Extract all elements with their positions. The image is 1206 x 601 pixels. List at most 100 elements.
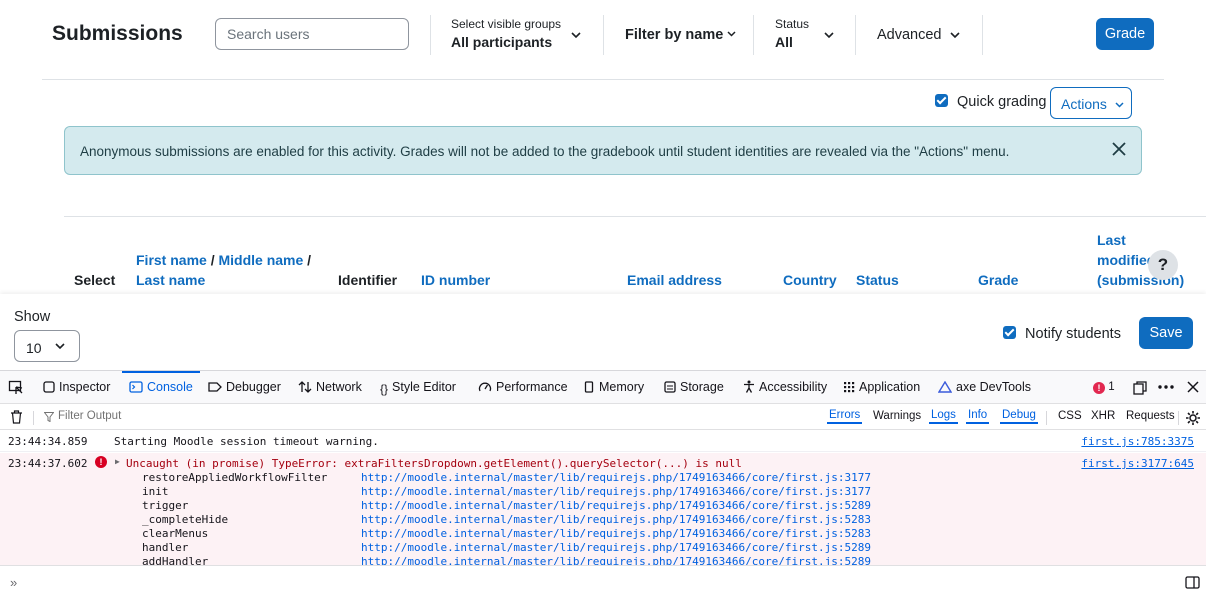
frame-url[interactable]: http://moodle.internal/master/lib/requir… [361,513,871,526]
element-picker-icon[interactable] [8,380,24,396]
close-icon[interactable] [1187,381,1199,393]
search-input[interactable] [215,18,409,50]
groups-filter-label: Select visible groups [451,17,562,31]
sort-email[interactable]: Email address [627,270,722,290]
advanced-dropdown[interactable]: Advanced [877,27,942,43]
notify-label: Notify students [1025,326,1121,342]
tab-accessibility[interactable]: Accessibility [743,380,827,396]
timestamp: 23:44:37.602 [8,457,88,470]
console-error: 23:44:37.602 ! ▶ Uncaught (in promise) T… [0,453,1206,566]
tab-label: Style Editor [392,380,456,394]
storage-icon [664,381,676,396]
devtools-panel: Inspector Console Debugger Network {} Sty… [0,370,1206,601]
level-errors[interactable]: Errors [827,409,863,424]
chevron-down-icon[interactable] [824,32,834,39]
tab-label: Debugger [226,380,281,394]
sort-first-name[interactable]: First name [136,252,207,268]
grade-button[interactable]: Grade [1096,18,1154,50]
frame-function: _completeHide [142,513,229,526]
level-debug[interactable]: Debug [1000,409,1038,424]
frame-url[interactable]: http://moodle.internal/master/lib/requir… [361,527,871,540]
page-title: Submissions [52,22,183,45]
quick-grading-toggle[interactable]: Quick grading [935,94,1047,110]
tab-label: Accessibility [759,380,828,394]
alert-text: Anonymous submissions are enabled for th… [80,144,1010,159]
trash-icon[interactable] [10,410,23,424]
save-button[interactable]: Save [1139,317,1193,349]
toggle-xhr[interactable]: XHR [1091,410,1115,422]
dock-icon[interactable] [1133,381,1147,395]
tab-label: Performance [496,380,568,394]
sticky-footer: Show 10 Notify students Save [0,294,1206,370]
groups-filter[interactable]: Select visible groups All participants [451,17,561,50]
frame-url[interactable]: http://moodle.internal/master/lib/requir… [361,485,871,498]
chevron-down-icon[interactable] [950,32,960,39]
separator: / [210,252,215,268]
filter-output-input[interactable]: Filter Output [58,410,121,422]
per-page-select[interactable]: 10 [14,330,80,362]
level-info[interactable]: Info [966,409,990,424]
memory-icon [583,381,595,396]
tab-performance[interactable]: Performance [478,380,568,396]
notify-checkbox[interactable] [1003,326,1016,339]
settings-gear-icon[interactable] [1185,410,1201,426]
console-toolbar: Filter Output Errors Warnings Logs Info … [0,405,1206,430]
source-link[interactable]: first.js:3177:645 [1081,457,1194,470]
frame-function: handler [142,541,189,554]
error-count-badge[interactable]: ! 1 [1093,381,1115,394]
tab-inspector[interactable]: Inspector [43,380,110,396]
expand-arrow-icon[interactable]: ▶ [115,457,120,466]
tab-style-editor[interactable]: {} Style Editor [380,380,456,396]
console-input[interactable]: » [0,565,1206,601]
inspector-icon [43,381,55,396]
tab-label: Storage [680,380,724,394]
groups-filter-value: All participants [451,34,553,50]
help-button[interactable]: ? [1148,250,1178,280]
sort-id-number[interactable]: ID number [421,270,490,290]
prompt-icon: » [10,575,18,590]
actions-button[interactable]: Actions [1050,87,1132,119]
sort-status[interactable]: Status [856,270,899,290]
divider [430,15,431,55]
more-options-icon[interactable] [1158,385,1174,389]
tab-network[interactable]: Network [298,380,362,396]
quick-grading-checkbox[interactable] [935,94,948,107]
tab-console[interactable]: Console [129,380,193,396]
notify-students-toggle[interactable]: Notify students [1003,326,1121,342]
actions-label: Actions [1061,96,1107,112]
divider [42,79,1164,80]
filter-by-name-dropdown[interactable]: Filter by name [625,27,736,43]
tab-label: Application [859,380,921,394]
chevron-down-icon[interactable] [571,32,581,39]
tab-memory[interactable]: Memory [583,380,644,396]
tab-label: Console [147,380,193,394]
style-editor-icon: {} [380,382,389,396]
filter-icon [44,412,54,422]
toggle-requests[interactable]: Requests [1126,410,1175,422]
tab-debugger[interactable]: Debugger [208,380,281,396]
frame-url[interactable]: http://moodle.internal/master/lib/requir… [361,499,871,512]
tab-label: axe DevTools [956,380,1032,394]
stack-frame: _completeHide http://moodle.internal/mast… [0,513,1206,527]
toggle-css[interactable]: CSS [1058,410,1082,422]
error-icon: ! [1093,382,1105,394]
level-warnings[interactable]: Warnings [873,410,921,422]
sort-last-name[interactable]: Last name [136,272,205,288]
level-logs[interactable]: Logs [929,409,958,424]
timestamp: 23:44:34.859 [8,435,88,448]
status-filter-label: Status [775,17,810,31]
sort-country[interactable]: Country [783,270,837,290]
close-icon[interactable] [1110,140,1128,158]
editor-mode-icon[interactable] [1185,576,1200,589]
tab-storage[interactable]: Storage [664,380,724,396]
tab-axe-devtools[interactable]: axe DevTools [937,380,1032,396]
status-filter[interactable]: Status All [775,17,809,50]
source-link[interactable]: first.js:785:3375 [1081,435,1194,448]
sort-middle-name[interactable]: Middle name [218,252,303,268]
tab-application[interactable]: Application [843,380,920,396]
frame-url[interactable]: http://moodle.internal/master/lib/requir… [361,541,871,554]
frame-url[interactable]: http://moodle.internal/master/lib/requir… [361,471,871,484]
console-icon [129,381,143,396]
moodle-page: Submissions Select visible groups All pa… [0,0,1206,294]
sort-grade[interactable]: Grade [978,270,1018,290]
